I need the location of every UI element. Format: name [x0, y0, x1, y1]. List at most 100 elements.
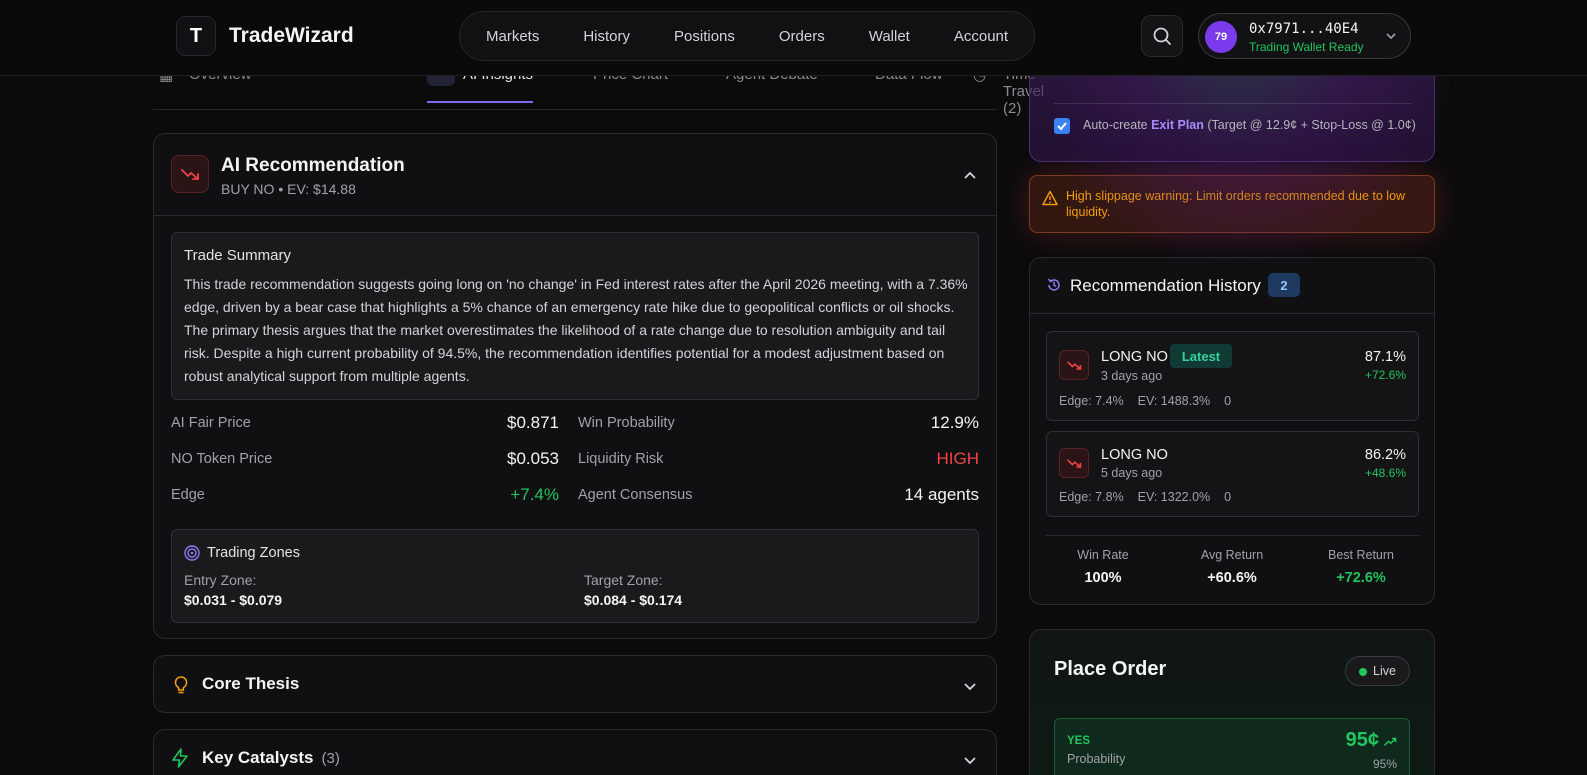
recommendation-header[interactable]: AI Recommendation BUY NO • EV: $14.88 — [154, 134, 996, 216]
liquidity-risk-value: HIGH — [936, 449, 980, 468]
chevron-down-icon — [1386, 33, 1396, 40]
wallet-status: Trading Wallet Ready — [1249, 40, 1364, 54]
history-position: LONG NO — [1101, 349, 1168, 365]
yes-probability-label: Probability — [1067, 752, 1126, 766]
exit-plan-link[interactable]: Exit Plan — [1151, 118, 1204, 132]
main-nav: Markets History Positions Orders Wallet … — [459, 11, 1035, 61]
divider — [1046, 535, 1419, 536]
entry-zone-label: Entry Zone: — [184, 572, 257, 588]
trend-down-icon — [1059, 350, 1089, 380]
warning-text: High slippage warning: Limit orders reco… — [1066, 189, 1406, 219]
yes-label: YES — [1067, 735, 1091, 747]
history-time: 5 days ago — [1101, 466, 1163, 480]
active-tab-indicator — [427, 101, 533, 103]
win-rate-label: Win Rate — [1077, 548, 1129, 562]
avg-return-value: +60.6% — [1207, 570, 1257, 586]
brand-name[interactable]: TradeWizard — [229, 24, 354, 48]
trading-zones: Trading Zones Entry Zone: $0.031 - $0.07… — [171, 529, 979, 623]
nav-orders[interactable]: Orders — [779, 28, 825, 45]
slippage-warning: High slippage warning: Limit orders reco… — [1029, 175, 1435, 233]
best-return-value: +72.6% — [1336, 570, 1386, 586]
divider — [1054, 103, 1412, 104]
live-text: Live — [1373, 664, 1396, 678]
history-count-badge: 2 — [1268, 273, 1300, 297]
wallet-button[interactable]: 79 0x7971...40E4 Trading Wallet Ready — [1198, 13, 1411, 59]
warning-icon — [1042, 190, 1058, 206]
win-probability-value: 12.9% — [930, 413, 979, 432]
key-catalysts-title: Key Catalysts (3) — [202, 748, 340, 768]
history-ev: EV: 1322.0% — [1137, 490, 1211, 504]
edge-label: Edge — [171, 487, 205, 503]
exit-plan-prefix: Auto-create — [1083, 118, 1152, 132]
token-price-label: NO Token Price — [171, 451, 273, 467]
history-edge: Edge: 7.8% — [1059, 490, 1124, 504]
history-return: +72.6% — [1364, 368, 1406, 382]
agent-consensus-value: 14 agents — [904, 485, 979, 504]
history-time: 3 days ago — [1101, 369, 1163, 383]
search-icon — [1153, 27, 1171, 45]
nav-markets[interactable]: Markets — [486, 28, 539, 45]
exit-plan-suffix: (Target @ 12.9¢ + Stop-Loss @ 1.0¢) — [1203, 118, 1416, 132]
trade-summary-title: Trade Summary — [184, 247, 291, 264]
lightbulb-icon — [174, 676, 188, 694]
chevron-up-icon[interactable] — [962, 168, 978, 184]
nav-wallet[interactable]: Wallet — [869, 28, 910, 45]
fair-price-label: AI Fair Price — [171, 415, 251, 431]
agent-consensus-label: Agent Consensus — [578, 487, 693, 503]
recommendation-history-card: Recommendation History 2 LONG NO Latest … — [1029, 257, 1435, 605]
avg-return-label: Avg Return — [1200, 548, 1264, 562]
token-price-value: $0.053 — [507, 449, 559, 468]
liquidity-risk-label: Liquidity Risk — [578, 451, 664, 467]
entry-zone-value: $0.031 - $0.079 — [184, 592, 283, 608]
history-item[interactable]: LONG NO 5 days ago 86.2% +48.6% Edge: 7.… — [1046, 431, 1419, 517]
target-zone-value: $0.084 - $0.174 — [584, 592, 683, 608]
chevron-down-icon — [964, 757, 976, 765]
target-icon — [184, 545, 200, 561]
edge-value: +7.4% — [510, 485, 559, 504]
ai-recommendation-card: AI Recommendation BUY NO • EV: $14.88 Tr… — [153, 133, 997, 639]
history-probability: 86.2% — [1364, 447, 1406, 463]
trade-summary-body: This trade recommendation suggests going… — [184, 276, 968, 384]
history-stats: Edge: 7.4% EV: 1488.3% 0 — [1059, 394, 1245, 408]
lightning-icon — [172, 748, 188, 768]
trading-zones-title: Trading Zones — [207, 545, 300, 561]
search-button[interactable] — [1141, 15, 1183, 57]
yes-price: 95¢ — [1345, 729, 1379, 751]
logo-mark[interactable]: T — [176, 16, 216, 56]
key-catalysts-label: Key Catalysts — [202, 748, 314, 767]
core-thesis-title: Core Thesis — [202, 674, 300, 693]
yes-percentage: 95% — [1372, 757, 1397, 771]
nav-account[interactable]: Account — [954, 28, 1008, 45]
history-probability: 87.1% — [1364, 349, 1406, 365]
trend-up-icon — [1383, 737, 1397, 746]
exit-plan-checkbox[interactable] — [1054, 118, 1070, 134]
nav-positions[interactable]: Positions — [674, 28, 735, 45]
win-probability-label: Win Probability — [578, 415, 675, 431]
trade-summary: Trade Summary This trade recommendation … — [171, 232, 979, 400]
divider — [1030, 313, 1434, 314]
recommendation-subtitle: BUY NO • EV: $14.88 — [221, 181, 356, 197]
history-ev: EV: 1488.3% — [1137, 394, 1211, 408]
history-extra: 0 — [1224, 394, 1232, 408]
nav-history[interactable]: History — [583, 28, 630, 45]
core-thesis-section[interactable]: Core Thesis — [153, 655, 997, 713]
best-return-label: Best Return — [1327, 548, 1394, 562]
fair-price-value: $0.871 — [507, 413, 559, 432]
exit-plan-label: Auto-create Exit Plan (Target @ 12.9¢ + … — [1083, 118, 1416, 132]
win-rate-value: 100% — [1084, 570, 1122, 586]
history-item[interactable]: LONG NO Latest 3 days ago 87.1% +72.6% E… — [1046, 331, 1419, 421]
history-stats: Edge: 7.8% EV: 1322.0% 0 — [1059, 490, 1245, 504]
place-order-title: Place Order — [1054, 658, 1167, 680]
key-catalysts-section[interactable]: Key Catalysts (3) — [153, 729, 997, 775]
yes-outcome-option[interactable]: YES Probability 95¢ 95% — [1054, 718, 1410, 775]
history-position: LONG NO — [1101, 447, 1168, 463]
wallet-address: 0x7971...40E4 — [1249, 21, 1359, 37]
checkmark-icon — [1057, 122, 1067, 131]
live-dot — [1359, 668, 1367, 676]
history-icon — [1047, 278, 1060, 291]
avatar: 79 — [1205, 21, 1237, 53]
history-extra: 0 — [1224, 490, 1232, 504]
chevron-down-icon — [964, 683, 976, 691]
trend-down-icon — [1059, 448, 1089, 478]
latest-badge: Latest — [1170, 344, 1232, 368]
